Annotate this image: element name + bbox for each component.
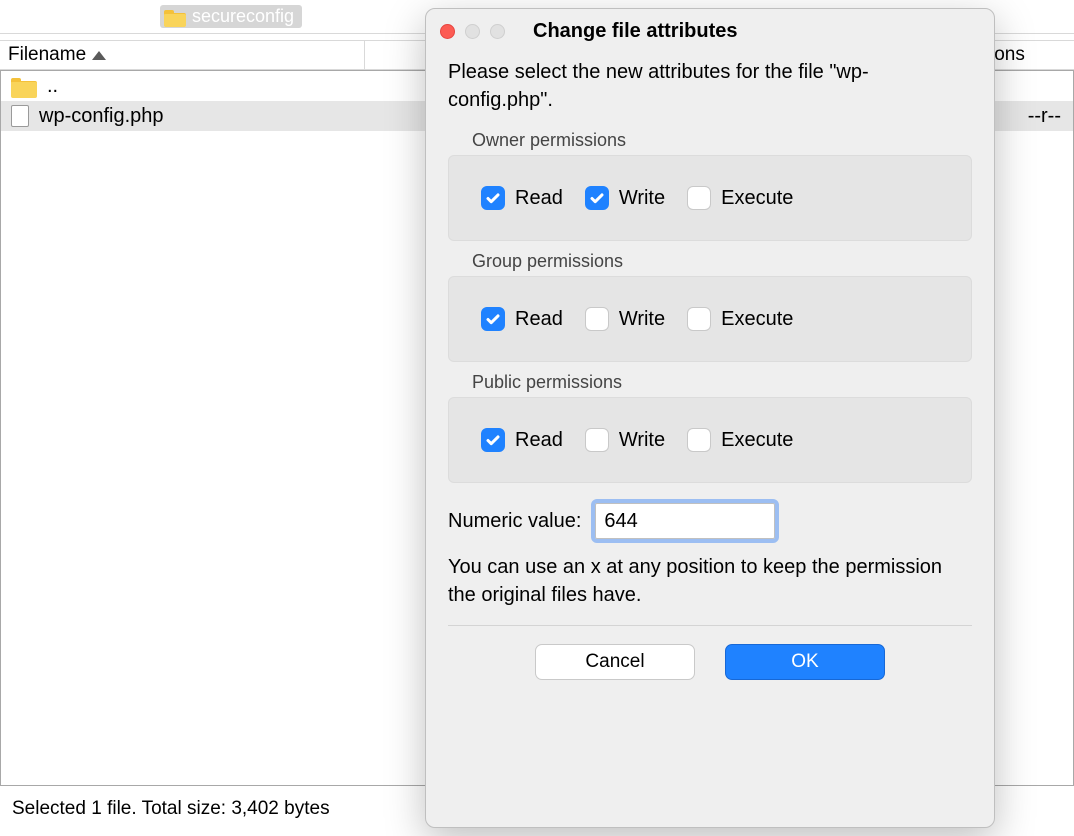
sort-ascending-icon [92,51,106,60]
numeric-value-input[interactable] [595,503,775,539]
file-icon [11,105,29,127]
dialog-buttons: Cancel OK [448,644,972,680]
group-read-checkbox[interactable]: Read [481,307,563,331]
ok-button[interactable]: OK [725,644,885,680]
button-label: OK [791,651,818,673]
dialog-body: Please select the new attributes for the… [426,54,994,827]
row-filename: .. [47,75,58,98]
owner-read-checkbox[interactable]: Read [481,186,563,210]
divider [448,625,972,626]
button-label: Cancel [585,651,644,673]
owner-execute-checkbox[interactable]: Execute [687,186,793,210]
column-filename-label: Filename [8,44,86,66]
public-write-checkbox[interactable]: Write [585,428,665,452]
cancel-button[interactable]: Cancel [535,644,695,680]
checkbox-label: Write [619,308,665,331]
dialog-instruction: Please select the new attributes for the… [448,58,972,114]
checkbox-label: Write [619,429,665,452]
owner-group-label: Owner permissions [472,130,972,151]
path-segment[interactable]: secureconfig [160,5,302,28]
numeric-value-label: Numeric value: [448,510,581,533]
group-permissions: Read Write Execute [448,276,972,362]
folder-icon [164,8,186,26]
path-label: secureconfig [192,6,294,27]
window-close-icon[interactable] [440,24,455,39]
dialog-title: Change file attributes [533,20,737,43]
checkbox-label: Execute [721,308,793,331]
row-permissions: --r-- [1028,105,1061,128]
numeric-value-row: Numeric value: [448,503,972,539]
dialog-titlebar: Change file attributes [426,9,994,54]
group-write-checkbox[interactable]: Write [585,307,665,331]
checkbox-label: Read [515,308,563,331]
checkbox-label: Write [619,187,665,210]
public-execute-checkbox[interactable]: Execute [687,428,793,452]
status-text: Selected 1 file. Total size: 3,402 bytes [12,798,330,820]
change-attributes-dialog: Change file attributes Please select the… [425,8,995,828]
folder-icon [11,76,37,96]
group-group-label: Group permissions [472,251,972,272]
checkbox-label: Read [515,429,563,452]
owner-permissions: Read Write Execute [448,155,972,241]
public-permissions: Read Write Execute [448,397,972,483]
column-filename[interactable]: Filename [0,41,365,69]
checkbox-label: Execute [721,187,793,210]
group-execute-checkbox[interactable]: Execute [687,307,793,331]
owner-write-checkbox[interactable]: Write [585,186,665,210]
public-group-label: Public permissions [472,372,972,393]
hint-text: You can use an x at any position to keep… [448,553,972,609]
checkbox-label: Read [515,187,563,210]
row-filename: wp-config.php [39,105,164,128]
public-read-checkbox[interactable]: Read [481,428,563,452]
window-zoom-icon [490,24,505,39]
window-minimize-icon [465,24,480,39]
checkbox-label: Execute [721,429,793,452]
